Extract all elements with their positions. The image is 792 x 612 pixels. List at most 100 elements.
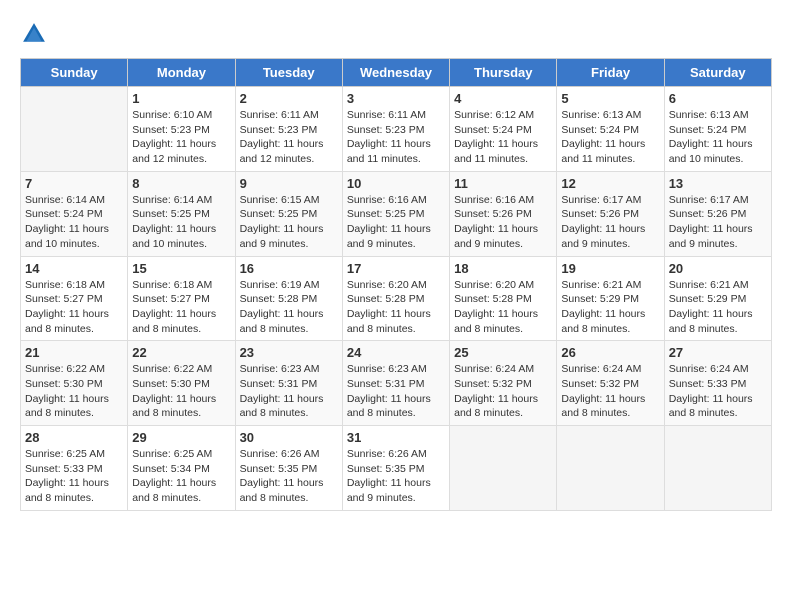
day-number: 7 <box>25 176 123 191</box>
calendar-cell: 10 Sunrise: 6:16 AM Sunset: 5:25 PM Dayli… <box>342 171 449 256</box>
day-number: 16 <box>240 261 338 276</box>
logo-icon <box>20 20 48 48</box>
calendar-cell: 15 Sunrise: 6:18 AM Sunset: 5:27 PM Dayli… <box>128 256 235 341</box>
cell-content: Sunrise: 6:14 AM Sunset: 5:24 PM Dayligh… <box>25 193 123 252</box>
cell-content: Sunrise: 6:12 AM Sunset: 5:24 PM Dayligh… <box>454 108 552 167</box>
cell-content: Sunrise: 6:26 AM Sunset: 5:35 PM Dayligh… <box>347 447 445 506</box>
calendar-cell: 27 Sunrise: 6:24 AM Sunset: 5:33 PM Dayli… <box>664 341 771 426</box>
cell-content: Sunrise: 6:24 AM Sunset: 5:32 PM Dayligh… <box>454 362 552 421</box>
cell-content: Sunrise: 6:19 AM Sunset: 5:28 PM Dayligh… <box>240 278 338 337</box>
day-number: 28 <box>25 430 123 445</box>
calendar-cell: 13 Sunrise: 6:17 AM Sunset: 5:26 PM Dayli… <box>664 171 771 256</box>
calendar-cell: 29 Sunrise: 6:25 AM Sunset: 5:34 PM Dayli… <box>128 426 235 511</box>
day-number: 2 <box>240 91 338 106</box>
cell-content: Sunrise: 6:14 AM Sunset: 5:25 PM Dayligh… <box>132 193 230 252</box>
day-number: 15 <box>132 261 230 276</box>
calendar-cell: 4Sunrise: 6:12 AM Sunset: 5:24 PM Daylig… <box>450 87 557 172</box>
day-number: 10 <box>347 176 445 191</box>
cell-content: Sunrise: 6:20 AM Sunset: 5:28 PM Dayligh… <box>454 278 552 337</box>
calendar-cell: 17 Sunrise: 6:20 AM Sunset: 5:28 PM Dayli… <box>342 256 449 341</box>
week-row-1: 1 Sunrise: 6:10 AM Sunset: 5:23 PM Daylig… <box>21 87 772 172</box>
calendar-cell: 6 Sunrise: 6:13 AM Sunset: 5:24 PM Daylig… <box>664 87 771 172</box>
calendar-cell: 12 Sunrise: 6:17 AM Sunset: 5:26 PM Dayli… <box>557 171 664 256</box>
calendar-cell: 22 Sunrise: 6:22 AM Sunset: 5:30 PM Dayli… <box>128 341 235 426</box>
day-number: 5 <box>561 91 659 106</box>
day-number: 17 <box>347 261 445 276</box>
cell-content: Sunrise: 6:18 AM Sunset: 5:27 PM Dayligh… <box>25 278 123 337</box>
cell-content: Sunrise: 6:23 AM Sunset: 5:31 PM Dayligh… <box>240 362 338 421</box>
cell-content: Sunrise: 6:10 AM Sunset: 5:23 PM Dayligh… <box>132 108 230 167</box>
calendar-cell: 18Sunrise: 6:20 AM Sunset: 5:28 PM Dayli… <box>450 256 557 341</box>
logo <box>20 20 52 48</box>
calendar-cell: 20 Sunrise: 6:21 AM Sunset: 5:29 PM Dayli… <box>664 256 771 341</box>
week-row-3: 14 Sunrise: 6:18 AM Sunset: 5:27 PM Dayli… <box>21 256 772 341</box>
day-number: 23 <box>240 345 338 360</box>
calendar-cell <box>664 426 771 511</box>
calendar-cell: 14 Sunrise: 6:18 AM Sunset: 5:27 PM Dayli… <box>21 256 128 341</box>
calendar-cell: 30 Sunrise: 6:26 AM Sunset: 5:35 PM Dayli… <box>235 426 342 511</box>
cell-content: Sunrise: 6:26 AM Sunset: 5:35 PM Dayligh… <box>240 447 338 506</box>
calendar-cell <box>557 426 664 511</box>
cell-content: Sunrise: 6:23 AM Sunset: 5:31 PM Dayligh… <box>347 362 445 421</box>
day-number: 22 <box>132 345 230 360</box>
day-header-monday: Monday <box>128 59 235 87</box>
calendar-cell: 31 Sunrise: 6:26 AM Sunset: 5:35 PM Dayli… <box>342 426 449 511</box>
calendar-cell: 1 Sunrise: 6:10 AM Sunset: 5:23 PM Daylig… <box>128 87 235 172</box>
cell-content: Sunrise: 6:17 AM Sunset: 5:26 PM Dayligh… <box>561 193 659 252</box>
cell-content: Sunrise: 6:25 AM Sunset: 5:34 PM Dayligh… <box>132 447 230 506</box>
cell-content: Sunrise: 6:25 AM Sunset: 5:33 PM Dayligh… <box>25 447 123 506</box>
day-header-thursday: Thursday <box>450 59 557 87</box>
calendar-cell: 3 Sunrise: 6:11 AM Sunset: 5:23 PM Daylig… <box>342 87 449 172</box>
cell-content: Sunrise: 6:24 AM Sunset: 5:32 PM Dayligh… <box>561 362 659 421</box>
day-number: 14 <box>25 261 123 276</box>
day-number: 3 <box>347 91 445 106</box>
week-row-4: 21Sunrise: 6:22 AM Sunset: 5:30 PM Dayli… <box>21 341 772 426</box>
week-row-2: 7 Sunrise: 6:14 AM Sunset: 5:24 PM Daylig… <box>21 171 772 256</box>
page-header <box>20 20 772 48</box>
day-header-friday: Friday <box>557 59 664 87</box>
cell-content: Sunrise: 6:16 AM Sunset: 5:26 PM Dayligh… <box>454 193 552 252</box>
day-number: 11 <box>454 176 552 191</box>
day-number: 30 <box>240 430 338 445</box>
calendar-cell: 16 Sunrise: 6:19 AM Sunset: 5:28 PM Dayli… <box>235 256 342 341</box>
week-row-5: 28 Sunrise: 6:25 AM Sunset: 5:33 PM Dayli… <box>21 426 772 511</box>
day-number: 13 <box>669 176 767 191</box>
calendar-cell: 26 Sunrise: 6:24 AM Sunset: 5:32 PM Dayli… <box>557 341 664 426</box>
cell-content: Sunrise: 6:13 AM Sunset: 5:24 PM Dayligh… <box>669 108 767 167</box>
calendar-cell: 8 Sunrise: 6:14 AM Sunset: 5:25 PM Daylig… <box>128 171 235 256</box>
day-number: 12 <box>561 176 659 191</box>
cell-content: Sunrise: 6:22 AM Sunset: 5:30 PM Dayligh… <box>132 362 230 421</box>
day-number: 27 <box>669 345 767 360</box>
cell-content: Sunrise: 6:15 AM Sunset: 5:25 PM Dayligh… <box>240 193 338 252</box>
cell-content: Sunrise: 6:17 AM Sunset: 5:26 PM Dayligh… <box>669 193 767 252</box>
calendar-cell: 11 Sunrise: 6:16 AM Sunset: 5:26 PM Dayli… <box>450 171 557 256</box>
calendar-header: SundayMondayTuesdayWednesdayThursdayFrid… <box>21 59 772 87</box>
day-number: 24 <box>347 345 445 360</box>
cell-content: Sunrise: 6:16 AM Sunset: 5:25 PM Dayligh… <box>347 193 445 252</box>
calendar-cell: 9Sunrise: 6:15 AM Sunset: 5:25 PM Daylig… <box>235 171 342 256</box>
cell-content: Sunrise: 6:24 AM Sunset: 5:33 PM Dayligh… <box>669 362 767 421</box>
day-number: 29 <box>132 430 230 445</box>
cell-content: Sunrise: 6:11 AM Sunset: 5:23 PM Dayligh… <box>240 108 338 167</box>
day-number: 19 <box>561 261 659 276</box>
cell-content: Sunrise: 6:18 AM Sunset: 5:27 PM Dayligh… <box>132 278 230 337</box>
day-number: 20 <box>669 261 767 276</box>
calendar-cell: 28 Sunrise: 6:25 AM Sunset: 5:33 PM Dayli… <box>21 426 128 511</box>
day-header-sunday: Sunday <box>21 59 128 87</box>
day-number: 1 <box>132 91 230 106</box>
day-number: 31 <box>347 430 445 445</box>
calendar-cell: 5 Sunrise: 6:13 AM Sunset: 5:24 PM Daylig… <box>557 87 664 172</box>
calendar-cell: 24 Sunrise: 6:23 AM Sunset: 5:31 PM Dayli… <box>342 341 449 426</box>
cell-content: Sunrise: 6:20 AM Sunset: 5:28 PM Dayligh… <box>347 278 445 337</box>
calendar-table: SundayMondayTuesdayWednesdayThursdayFrid… <box>20 58 772 511</box>
cell-content: Sunrise: 6:21 AM Sunset: 5:29 PM Dayligh… <box>669 278 767 337</box>
cell-content: Sunrise: 6:22 AM Sunset: 5:30 PM Dayligh… <box>25 362 123 421</box>
day-number: 8 <box>132 176 230 191</box>
cell-content: Sunrise: 6:13 AM Sunset: 5:24 PM Dayligh… <box>561 108 659 167</box>
day-number: 6 <box>669 91 767 106</box>
day-headers-row: SundayMondayTuesdayWednesdayThursdayFrid… <box>21 59 772 87</box>
day-number: 26 <box>561 345 659 360</box>
calendar-cell: 23 Sunrise: 6:23 AM Sunset: 5:31 PM Dayli… <box>235 341 342 426</box>
cell-content: Sunrise: 6:11 AM Sunset: 5:23 PM Dayligh… <box>347 108 445 167</box>
calendar-cell <box>21 87 128 172</box>
